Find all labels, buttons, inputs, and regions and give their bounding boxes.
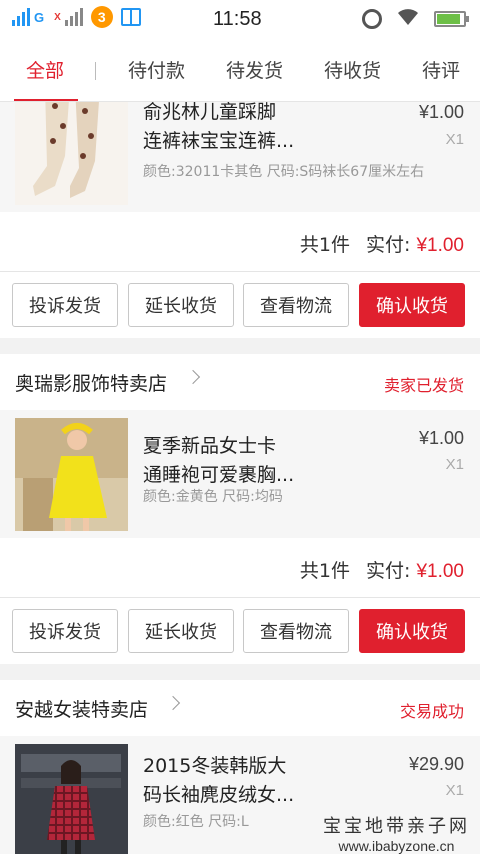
tab-pending-payment[interactable]: 待付款	[128, 56, 185, 83]
order-summary: 共1件 实付: ¥1.00	[0, 538, 480, 598]
product-title-line2: 连裤袜宝宝连裤...	[143, 130, 295, 152]
paid-label: 实付:	[366, 234, 411, 256]
product-title-line1: 夏季新品女士卡	[143, 435, 277, 457]
order-item[interactable]: 夏季新品女士卡 通睡袍可爱裹胸... 颜色:金黄色 尺码:均码 ¥1.00 X1	[0, 410, 480, 540]
tab-pending-shipment[interactable]: 待发货	[226, 56, 283, 83]
confirm-receipt-button[interactable]: 确认收货	[359, 609, 465, 653]
confirm-receipt-button[interactable]: 确认收货	[359, 283, 465, 327]
product-title-line2: 码长袖麂皮绒女...	[143, 784, 295, 806]
paid-amount: ¥1.00	[416, 561, 464, 582]
product-title[interactable]: 2015冬装韩版大 码长袖麂皮绒女...	[143, 752, 383, 810]
order-item[interactable]: 俞兆林儿童踩脚 连裤袜宝宝连裤... 颜色:32011卡其色 尺码:S码袜长67…	[0, 102, 480, 212]
tab-divider	[95, 62, 96, 80]
paid-amount: ¥1.00	[416, 235, 464, 256]
complain-shipping-button[interactable]: 投诉发货	[12, 609, 118, 653]
order-tabs: 全部 待付款 待发货 待收货 待评	[0, 40, 480, 102]
order-status: 卖家已发货	[383, 376, 464, 395]
wifi-icon	[396, 7, 420, 30]
product-quantity: X1	[445, 131, 464, 148]
alarm-icon	[362, 8, 382, 29]
watermark-url: www.ibabyzone.cn	[338, 838, 455, 854]
product-price: ¥1.00	[418, 102, 464, 122]
shop-header[interactable]: 奥瑞影服饰特卖店 卖家已发货	[0, 354, 480, 410]
extend-receipt-button[interactable]: 延长收货	[128, 283, 234, 327]
product-price: ¥29.90	[408, 754, 464, 774]
product-quantity: X1	[445, 782, 464, 799]
product-title[interactable]: 俞兆林儿童踩脚 连裤袜宝宝连裤...	[143, 102, 383, 156]
product-title-line1: 2015冬装韩版大	[143, 755, 287, 777]
shop-name[interactable]: 安越女装特卖店	[15, 695, 148, 722]
signal-icon-2	[64, 8, 83, 26]
product-price: ¥1.00	[418, 428, 464, 448]
product-quantity: X1	[445, 456, 464, 473]
view-logistics-button[interactable]: 查看物流	[243, 283, 349, 327]
view-logistics-button[interactable]: 查看物流	[243, 609, 349, 653]
watermark: 宝宝地带亲子网 www.ibabyzone.cn	[323, 812, 470, 854]
complain-shipping-button[interactable]: 投诉发货	[12, 283, 118, 327]
product-title-line1: 俞兆林儿童踩脚	[143, 102, 277, 123]
watermark-title: 宝宝地带亲子网	[323, 816, 470, 837]
order-actions: 投诉发货 延长收货 查看物流 确认收货	[0, 272, 480, 338]
shop-name[interactable]: 奥瑞影服饰特卖店	[15, 369, 167, 396]
battery-icon	[434, 10, 469, 27]
order-list: 俞兆林儿童踩脚 连裤袜宝宝连裤... 颜色:32011卡其色 尺码:S码袜长67…	[0, 102, 480, 854]
order-summary: 共1件 实付: ¥1.00	[0, 212, 480, 272]
paid-label: 实付:	[366, 560, 411, 582]
product-thumbnail[interactable]	[15, 418, 128, 531]
tab-pending-review[interactable]: 待评	[422, 56, 460, 83]
network-type: G	[34, 9, 45, 25]
shop-header[interactable]: 安越女装特卖店 交易成功	[0, 680, 480, 736]
item-count: 共1件	[299, 560, 350, 582]
product-title[interactable]: 夏季新品女士卡 通睡袍可爱裹胸...	[143, 432, 383, 490]
product-thumbnail[interactable]	[15, 102, 128, 205]
chevron-right-icon	[185, 369, 201, 385]
extend-receipt-button[interactable]: 延长收货	[128, 609, 234, 653]
tab-pending-receipt[interactable]: 待收货	[324, 56, 381, 83]
item-count: 共1件	[299, 234, 350, 256]
no-signal-icon: X	[54, 11, 61, 23]
product-thumbnail[interactable]	[15, 744, 128, 854]
product-spec: 颜色:32011卡其色 尺码:S码袜长67厘米左右	[143, 164, 425, 180]
clock: 11:58	[213, 8, 262, 30]
order-actions: 投诉发货 延长收货 查看物流 确认收货	[0, 598, 480, 664]
signal-icon	[12, 8, 30, 26]
tab-all[interactable]: 全部	[26, 56, 64, 83]
product-spec: 颜色:红色 尺码:L	[143, 814, 249, 830]
chevron-right-icon	[165, 695, 181, 711]
notification-badge-icon: 3	[90, 6, 113, 28]
product-spec: 颜色:金黄色 尺码:均码	[143, 489, 283, 505]
order-status: 交易成功	[399, 702, 464, 721]
status-bar: G X 3 11:58	[0, 0, 480, 40]
reader-app-icon	[120, 8, 141, 26]
